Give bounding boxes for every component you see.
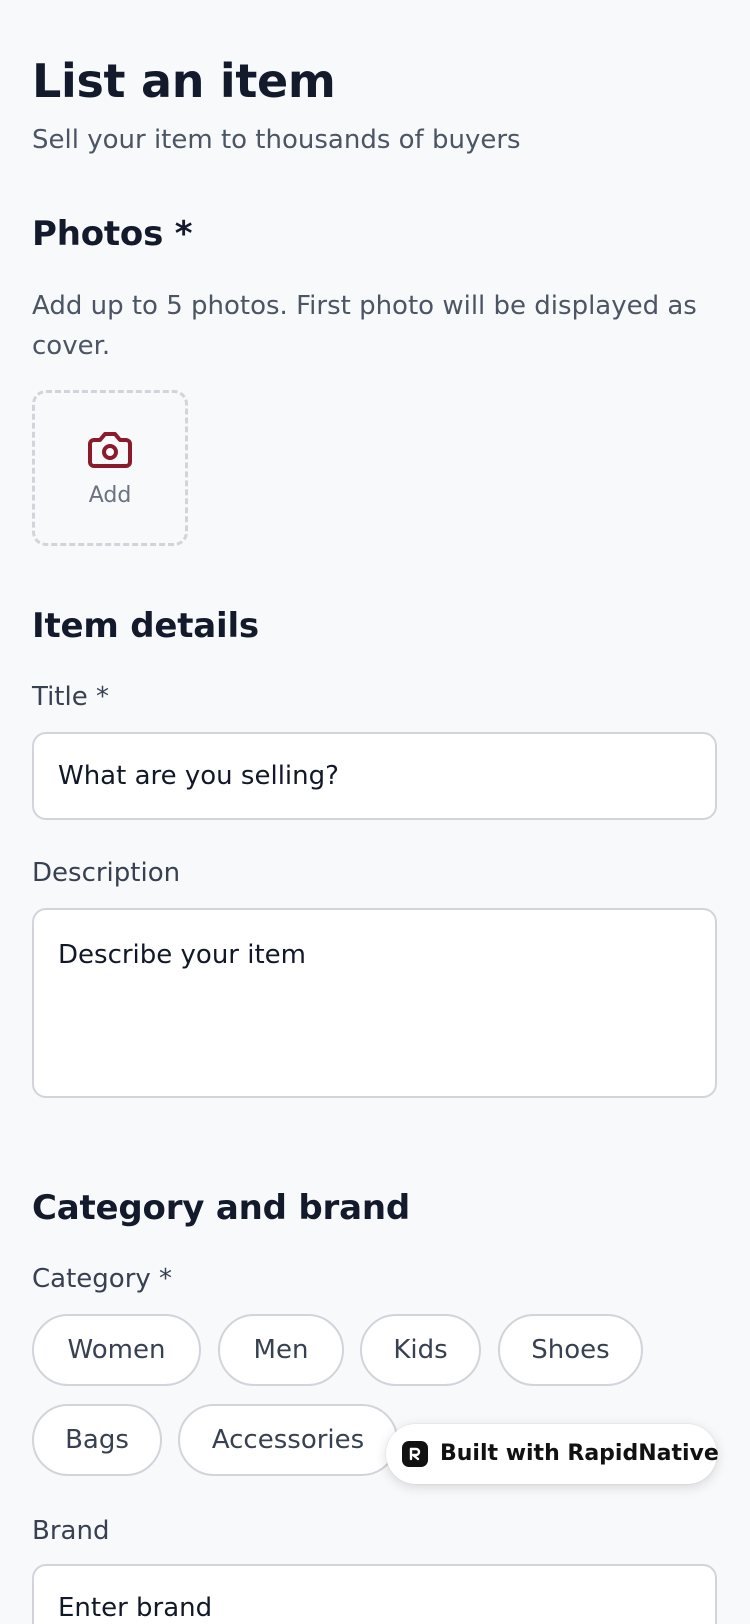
description-textarea[interactable] xyxy=(32,908,717,1098)
category-label: Category * xyxy=(32,1264,173,1294)
category-chip-women[interactable]: Women xyxy=(32,1314,201,1386)
category-chip-shoes[interactable]: Shoes xyxy=(498,1314,643,1386)
page-subtitle: Sell your item to thousands of buyers xyxy=(32,125,521,155)
title-label: Title * xyxy=(32,682,109,712)
category-brand-heading: Category and brand xyxy=(32,1188,410,1228)
built-with-text: Built with RapidNative xyxy=(440,1441,719,1466)
add-photo-label: Add xyxy=(88,483,132,508)
add-photo-button[interactable]: Add xyxy=(32,390,188,546)
category-chip-men[interactable]: Men xyxy=(218,1314,344,1386)
built-with-badge[interactable]: Built with RapidNative xyxy=(386,1424,719,1484)
description-label: Description xyxy=(32,858,181,888)
title-input[interactable] xyxy=(32,732,717,820)
brand-label: Brand xyxy=(32,1516,110,1546)
brand-input[interactable] xyxy=(32,1564,717,1624)
photos-help-text: Add up to 5 photos. First photo will be … xyxy=(32,291,697,361)
photos-heading: Photos * xyxy=(32,214,193,254)
camera-icon xyxy=(88,432,132,468)
category-chip-kids[interactable]: Kids xyxy=(360,1314,481,1386)
category-chip-bags[interactable]: Bags xyxy=(32,1404,162,1476)
item-details-heading: Item details xyxy=(32,606,259,646)
category-chip-accessories[interactable]: Accessories xyxy=(178,1404,398,1476)
page-title: List an item xyxy=(32,54,336,108)
rapidnative-logo-icon xyxy=(402,1441,428,1467)
list-item-screen: List an item Sell your item to thousands… xyxy=(0,0,750,1624)
